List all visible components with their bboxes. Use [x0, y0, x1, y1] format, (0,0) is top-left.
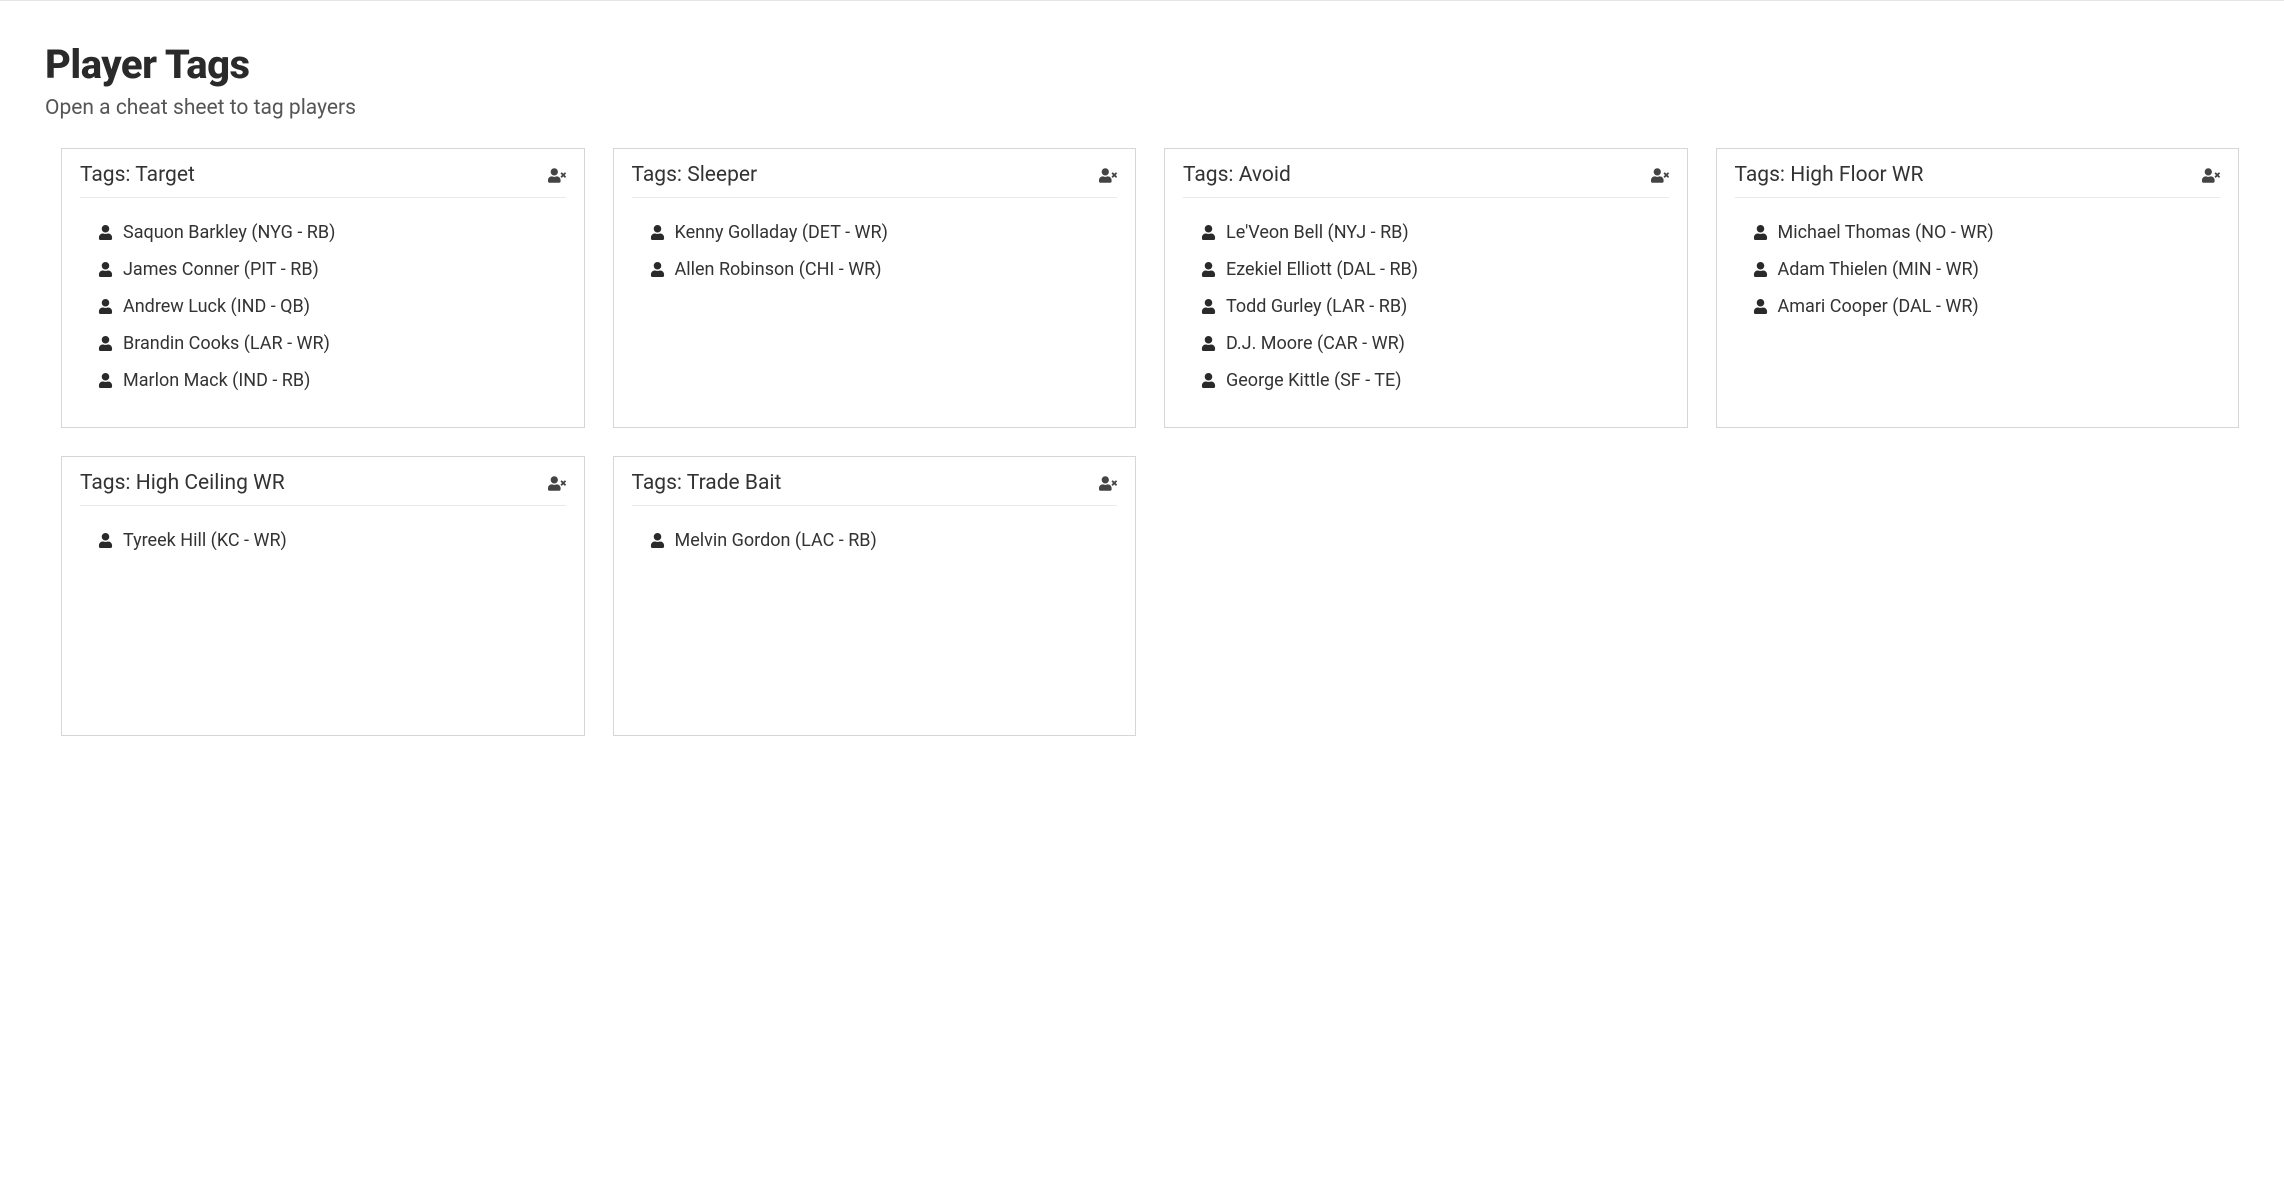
person-icon: [1753, 262, 1768, 277]
player-item[interactable]: D.J. Moore (CAR - WR): [1183, 325, 1669, 362]
player-name: James Conner (PIT - RB): [123, 259, 319, 280]
player-item[interactable]: George Kittle (SF - TE): [1183, 362, 1669, 399]
tag-card-title: Tags: Avoid: [1183, 163, 1291, 187]
player-name: Todd Gurley (LAR - RB): [1226, 296, 1407, 317]
player-list: Michael Thomas (NO - WR) Adam Thielen (MI…: [1735, 214, 2221, 325]
clear-tag-icon[interactable]: [548, 476, 566, 491]
page-container: Player Tags Open a cheat sheet to tag pl…: [0, 41, 2284, 776]
player-item[interactable]: Marlon Mack (IND - RB): [80, 362, 566, 399]
player-list: Tyreek Hill (KC - WR): [80, 522, 566, 559]
person-icon: [98, 299, 113, 314]
tag-card: Tags: Avoid Le'Veon Bell (NYJ - RB) Ezekie…: [1164, 148, 1688, 428]
tag-card-header: Tags: High Floor WR: [1735, 163, 2221, 198]
tag-card-header: Tags: Avoid: [1183, 163, 1669, 198]
player-name: Andrew Luck (IND - QB): [123, 296, 310, 317]
tag-card-header: Tags: Trade Bait: [632, 471, 1118, 506]
player-list: Saquon Barkley (NYG - RB) James Conner (P…: [80, 214, 566, 399]
person-icon: [98, 336, 113, 351]
tag-card-title: Tags: High Floor WR: [1735, 163, 1924, 187]
player-list: Le'Veon Bell (NYJ - RB) Ezekiel Elliott (…: [1183, 214, 1669, 399]
player-name: Allen Robinson (CHI - WR): [675, 259, 882, 280]
player-item[interactable]: Amari Cooper (DAL - WR): [1735, 288, 2221, 325]
person-icon: [98, 533, 113, 548]
clear-tag-icon[interactable]: [548, 168, 566, 183]
player-item[interactable]: Saquon Barkley (NYG - RB): [80, 214, 566, 251]
player-name: D.J. Moore (CAR - WR): [1226, 333, 1405, 354]
clear-tag-icon[interactable]: [1099, 476, 1117, 491]
player-name: Brandin Cooks (LAR - WR): [123, 333, 330, 354]
player-item[interactable]: Michael Thomas (NO - WR): [1735, 214, 2221, 251]
player-name: Melvin Gordon (LAC - RB): [675, 530, 877, 551]
player-item[interactable]: Le'Veon Bell (NYJ - RB): [1183, 214, 1669, 251]
top-divider: [0, 0, 2284, 1]
player-name: Ezekiel Elliott (DAL - RB): [1226, 259, 1418, 280]
player-list: Kenny Golladay (DET - WR) Allen Robinson …: [632, 214, 1118, 288]
player-name: Marlon Mack (IND - RB): [123, 370, 310, 391]
player-item[interactable]: Ezekiel Elliott (DAL - RB): [1183, 251, 1669, 288]
person-icon: [1201, 299, 1216, 314]
player-name: Kenny Golladay (DET - WR): [675, 222, 888, 243]
page-subtitle: Open a cheat sheet to tag players: [45, 96, 2239, 120]
tag-card-title: Tags: Target: [80, 163, 195, 187]
player-item[interactable]: Andrew Luck (IND - QB): [80, 288, 566, 325]
player-item[interactable]: James Conner (PIT - RB): [80, 251, 566, 288]
tag-card-title: Tags: Trade Bait: [632, 471, 782, 495]
person-icon: [1753, 225, 1768, 240]
player-item[interactable]: Todd Gurley (LAR - RB): [1183, 288, 1669, 325]
person-icon: [1201, 373, 1216, 388]
person-icon: [98, 373, 113, 388]
tag-card: Tags: High Floor WR Michael Thomas (NO - …: [1716, 148, 2240, 428]
tag-card-header: Tags: Sleeper: [632, 163, 1118, 198]
player-name: Michael Thomas (NO - WR): [1778, 222, 1994, 243]
person-icon: [650, 533, 665, 548]
tag-card-title: Tags: Sleeper: [632, 163, 758, 187]
tag-card: Tags: Trade Bait Melvin Gordon (LAC - RB): [613, 456, 1137, 736]
clear-tag-icon[interactable]: [2202, 168, 2220, 183]
player-list: Melvin Gordon (LAC - RB): [632, 522, 1118, 559]
player-item[interactable]: Tyreek Hill (KC - WR): [80, 522, 566, 559]
player-name: Amari Cooper (DAL - WR): [1778, 296, 1979, 317]
clear-tag-icon[interactable]: [1099, 168, 1117, 183]
player-item[interactable]: Kenny Golladay (DET - WR): [632, 214, 1118, 251]
tag-card: Tags: High Ceiling WR Tyreek Hill (KC - W…: [61, 456, 585, 736]
player-name: Le'Veon Bell (NYJ - RB): [1226, 222, 1409, 243]
player-item[interactable]: Adam Thielen (MIN - WR): [1735, 251, 2221, 288]
player-name: George Kittle (SF - TE): [1226, 370, 1402, 391]
page-title: Player Tags: [45, 41, 2239, 88]
player-item[interactable]: Brandin Cooks (LAR - WR): [80, 325, 566, 362]
person-icon: [650, 262, 665, 277]
person-icon: [650, 225, 665, 240]
person-icon: [1201, 336, 1216, 351]
tag-card: Tags: Target Saquon Barkley (NYG - RB) Jam…: [61, 148, 585, 428]
tag-cards-grid: Tags: Target Saquon Barkley (NYG - RB) Jam…: [45, 148, 2239, 736]
tag-card-header: Tags: High Ceiling WR: [80, 471, 566, 506]
tag-card-header: Tags: Target: [80, 163, 566, 198]
person-icon: [1201, 225, 1216, 240]
tag-card-title: Tags: High Ceiling WR: [80, 471, 285, 495]
person-icon: [98, 225, 113, 240]
clear-tag-icon[interactable]: [1651, 168, 1669, 183]
player-name: Adam Thielen (MIN - WR): [1778, 259, 1979, 280]
player-name: Tyreek Hill (KC - WR): [123, 530, 287, 551]
person-icon: [1753, 299, 1768, 314]
player-name: Saquon Barkley (NYG - RB): [123, 222, 335, 243]
player-item[interactable]: Melvin Gordon (LAC - RB): [632, 522, 1118, 559]
player-item[interactable]: Allen Robinson (CHI - WR): [632, 251, 1118, 288]
tag-card: Tags: Sleeper Kenny Golladay (DET - WR) Al…: [613, 148, 1137, 428]
person-icon: [1201, 262, 1216, 277]
person-icon: [98, 262, 113, 277]
